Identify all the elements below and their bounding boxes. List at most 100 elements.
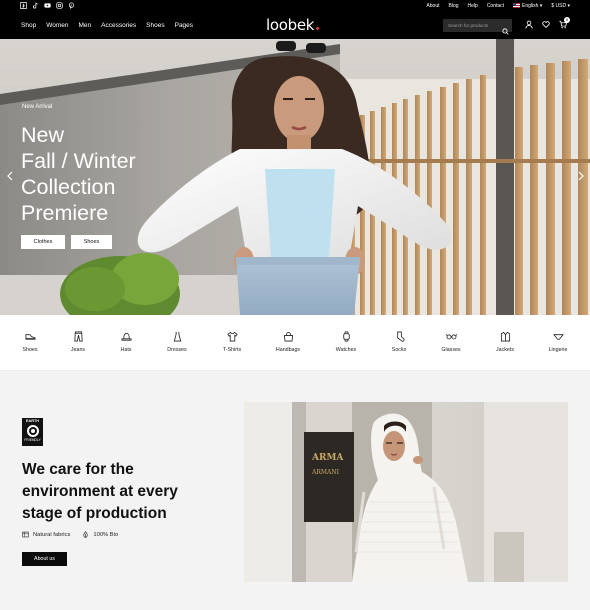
category-label: Watches	[335, 347, 357, 353]
eco-title-line: environment at every	[22, 483, 178, 500]
category-label: Shoes	[22, 347, 38, 353]
category-label: Jeans	[70, 347, 86, 353]
currency-label: $ USD	[551, 3, 567, 9]
hero-title-line: New	[21, 123, 65, 147]
nav-item-women[interactable]: Women	[46, 22, 68, 29]
category-label: Handbags	[275, 347, 301, 353]
hero-title-line: Collection	[21, 175, 116, 199]
feature-natural-fabrics: Natural fabrics	[22, 531, 70, 538]
category-label: T-Shirts	[222, 347, 242, 353]
about-us-button[interactable]: About us	[22, 552, 67, 566]
category-jeans[interactable]: Jeans	[58, 331, 98, 353]
language-label: English	[522, 3, 539, 9]
site-logo[interactable]: loobek	[266, 16, 314, 34]
hat-icon	[121, 331, 132, 342]
category-label: Socks	[391, 347, 407, 353]
category-shoes[interactable]: Shoes	[10, 331, 50, 353]
cart-icon[interactable]: 0	[559, 17, 570, 29]
nav-item-shoes[interactable]: Shoes	[146, 22, 164, 29]
search-input[interactable]	[448, 19, 498, 32]
glasses-icon	[445, 331, 457, 342]
dress-icon	[172, 331, 183, 342]
category-label: Glasses	[441, 347, 461, 353]
search-box	[443, 19, 512, 35]
us-flag-icon	[513, 3, 521, 9]
category-lingerie[interactable]: Lingerie	[538, 331, 578, 353]
jacket-icon	[500, 331, 511, 342]
tshirt-icon	[226, 331, 238, 342]
chevron-left-icon[interactable]	[6, 171, 14, 181]
category-tshirts[interactable]: T-Shirts	[212, 331, 252, 353]
tiktok-icon[interactable]	[32, 2, 39, 9]
contact-link[interactable]: Contact	[487, 3, 504, 9]
badge-bottom-text: FRIENDLY	[24, 438, 41, 442]
category-jackets[interactable]: Jackets	[485, 331, 525, 353]
badge-top-text: EARTH	[25, 419, 40, 423]
category-label: Jackets	[496, 347, 514, 353]
feature-label: Natural fabrics	[33, 531, 71, 538]
top-utility-bar: About Blog Help Contact English ▾ $ USD …	[0, 0, 590, 12]
category-dresses[interactable]: Dresses	[157, 331, 197, 353]
hero-title-line: Fall / Winter	[21, 149, 136, 173]
watch-icon	[341, 331, 352, 342]
category-bar: Shoes Jeans Hats Dresses T-Shirts Handba…	[0, 315, 590, 371]
nav-item-accessories[interactable]: Accessories	[101, 22, 136, 29]
hero-banner: New Arrival New Fall / Winter Collection…	[0, 39, 590, 315]
hero-title: New Fall / Winter Collection Premiere	[21, 122, 221, 226]
language-selector[interactable]: English ▾	[513, 3, 542, 9]
sustainability-section: EARTH FRIENDLY We care for the environme…	[0, 371, 590, 610]
feature-label: 100% Bio	[93, 531, 119, 538]
chevron-right-icon[interactable]	[577, 171, 585, 181]
shoes-button[interactable]: Shoes	[71, 235, 112, 249]
utility-links: About Blog Help Contact English ▾ $ USD …	[426, 0, 570, 12]
youtube-icon[interactable]	[44, 2, 51, 9]
earth-friendly-badge: EARTH FRIENDLY	[22, 418, 43, 446]
category-label: Dresses	[167, 347, 187, 353]
feature-bio: 100% Bio	[82, 531, 118, 538]
blog-link[interactable]: Blog	[449, 3, 459, 9]
eco-title: We care for the environment at every sta…	[22, 459, 222, 525]
eco-photo: ARMA ARMANI	[244, 402, 568, 582]
about-link[interactable]: About	[426, 3, 439, 9]
wishlist-icon[interactable]	[542, 20, 550, 29]
sock-icon	[394, 331, 405, 342]
svg-text:ARMA: ARMA	[311, 453, 344, 463]
fabric-icon	[22, 531, 29, 538]
eco-title-line: We care for the	[22, 461, 134, 478]
shoe-icon	[25, 331, 36, 342]
main-header: Shop Women Men Accessories Shoes Pages l…	[0, 12, 590, 39]
model-photo: ARMA ARMANI	[244, 402, 568, 582]
account-icon[interactable]	[525, 20, 533, 29]
category-label: Hats	[120, 347, 132, 353]
cart-count-badge: 0	[564, 17, 570, 23]
handbag-icon	[283, 331, 294, 342]
nav-item-pages[interactable]: Pages	[175, 22, 193, 29]
category-glasses[interactable]: Glasses	[431, 331, 471, 353]
facebook-icon[interactable]	[20, 2, 27, 9]
pinterest-icon[interactable]	[68, 2, 75, 9]
category-handbags[interactable]: Handbags	[268, 331, 308, 353]
clothes-button[interactable]: Clothes	[21, 235, 65, 249]
lingerie-icon	[552, 331, 564, 342]
currency-selector[interactable]: $ USD ▾	[551, 3, 570, 9]
category-hats[interactable]: Hats	[106, 331, 146, 353]
hero-buttons: Clothes Shoes	[21, 235, 112, 249]
jeans-icon	[73, 331, 84, 342]
nav-item-shop[interactable]: Shop	[21, 22, 36, 29]
category-label: Lingerie	[548, 347, 568, 353]
search-icon[interactable]	[502, 22, 509, 35]
instagram-icon[interactable]	[56, 2, 63, 9]
hero-kicker: New Arrival	[22, 104, 53, 110]
main-nav: Shop Women Men Accessories Shoes Pages	[21, 12, 193, 39]
header-icons: 0	[525, 17, 570, 29]
logo-dot	[316, 27, 319, 30]
hero-title-line: Premiere	[21, 201, 109, 225]
globe-icon	[26, 425, 39, 437]
category-watches[interactable]: Watches	[326, 331, 366, 353]
svg-text:ARMANI: ARMANI	[311, 469, 340, 476]
nav-item-men[interactable]: Men	[78, 22, 91, 29]
category-socks[interactable]: Socks	[379, 331, 419, 353]
help-link[interactable]: Help	[468, 3, 478, 9]
eco-features: Natural fabrics 100% Bio	[22, 531, 118, 538]
eco-title-line: stage of production	[22, 505, 167, 522]
